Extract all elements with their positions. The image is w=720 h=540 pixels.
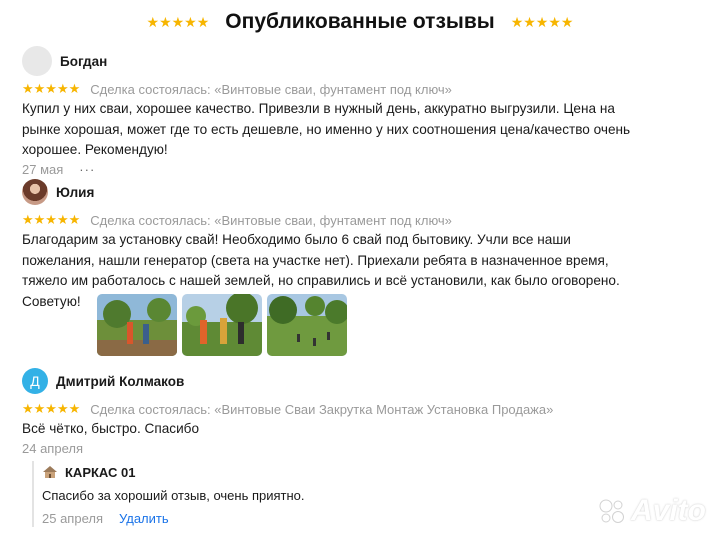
avatar[interactable]: Д xyxy=(22,368,48,394)
deal-info: Сделка состоялась: «Винтовые сваи, фунта… xyxy=(90,81,452,97)
reviewer-name[interactable]: Богдан xyxy=(60,54,107,69)
rating-stars: ★★★★★ xyxy=(22,401,81,416)
review-photo-thumbnail[interactable] xyxy=(182,294,262,356)
page-title: Опубликованные отзывы xyxy=(225,10,495,33)
seller-name[interactable]: КАРКАС 01 xyxy=(65,465,135,480)
deal-info: Сделка состоялась: «Винтовые сваи, фунта… xyxy=(90,212,452,228)
reply-date: 25 апреля xyxy=(42,510,103,526)
rating-stars: ★★★★★ xyxy=(22,81,81,96)
avito-watermark: Avito xyxy=(597,494,706,528)
avatar[interactable] xyxy=(22,179,48,205)
review-text-line: хорошее. Рекомендую! xyxy=(22,142,168,157)
review-date: 27 мая xyxy=(22,161,64,177)
deal-info: Сделка состоялась: «Винтовые Сваи Закрут… xyxy=(90,401,554,417)
reply-text: Спасибо за хороший отзыв, очень приятно. xyxy=(42,488,305,503)
review-text-line: рынке хорошая, может где то есть дешевле… xyxy=(22,121,631,137)
review-card-yulia: Юлия ★★★★★ Сделка состоялась: «Винтовые … xyxy=(22,177,702,312)
review-text: Всё чётко, быстро. Спасибо xyxy=(22,419,702,440)
reviewer-name[interactable]: Юлия xyxy=(56,185,94,200)
review-text-line: Купил у них сваи, хорошее качество. Прив… xyxy=(22,101,615,116)
review-card-dmitry: Д Дмитрий Колмаков ★★★★★ Сделка состояла… xyxy=(22,366,702,456)
rating-stars: ★★★★★ xyxy=(22,212,81,227)
review-text-line: пожелания, нашли генератор (света на уча… xyxy=(22,252,609,268)
header-stars-right: ★★★★★ xyxy=(510,13,574,30)
review-photos xyxy=(97,294,352,356)
reviewer-name[interactable]: Дмитрий Колмаков xyxy=(56,374,184,389)
header-stars-left: ★★★★★ xyxy=(146,13,210,30)
review-card-bogdan: Богдан ★★★★★ Сделка состоялась: «Винтовы… xyxy=(22,46,702,177)
review-photo-thumbnail[interactable] xyxy=(267,294,347,356)
seller-logo-icon xyxy=(43,466,57,478)
review-text: Купил у них сваи, хорошее качество. Прив… xyxy=(22,99,702,161)
more-options-button[interactable]: ··· xyxy=(79,162,95,177)
delete-reply-link[interactable]: Удалить xyxy=(119,511,169,526)
avito-logo-icon xyxy=(599,499,624,523)
seller-reply: КАРКАС 01 Спасибо за хороший отзыв, очен… xyxy=(32,461,432,527)
review-photo-thumbnail[interactable] xyxy=(97,294,177,356)
review-date: 24 апреля xyxy=(22,440,83,456)
reviews-header: ★★★★★ Опубликованные отзывы ★★★★★ xyxy=(0,8,720,36)
avatar[interactable] xyxy=(22,46,52,76)
watermark-text: Avito xyxy=(631,494,706,527)
review-text-line: Благодарим за установку свай! Необходимо… xyxy=(22,232,571,247)
review-text-line: тяжело им работалось с нашей землей, но … xyxy=(22,273,620,288)
review-text-line: Всё чётко, быстро. Спасибо xyxy=(22,421,200,436)
